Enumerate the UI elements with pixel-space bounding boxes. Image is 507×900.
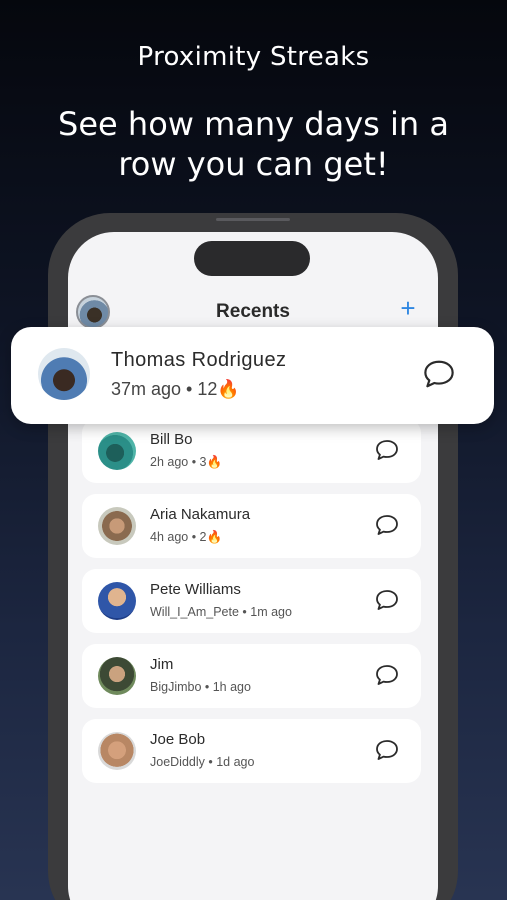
avatar xyxy=(98,432,136,470)
contact-detail: Will_I_Am_Pete • 1m ago xyxy=(150,605,292,619)
avatar xyxy=(98,507,136,545)
list-item[interactable]: Bill Bo 2h ago • 3🔥 xyxy=(82,419,421,483)
chat-bubble-icon[interactable] xyxy=(422,359,456,389)
contact-name: Joe Bob xyxy=(150,731,206,748)
add-button[interactable]: + xyxy=(397,295,419,321)
avatar xyxy=(98,582,136,620)
contact-detail: BigJimbo • 1h ago xyxy=(150,680,251,694)
contact-name: Pete Williams xyxy=(150,581,241,598)
contact-name: Jim xyxy=(150,656,174,673)
avatar xyxy=(98,732,136,770)
contact-name: Aria Nakamura xyxy=(150,506,251,523)
chat-bubble-icon[interactable] xyxy=(375,589,399,611)
contact-name: Bill Bo xyxy=(150,431,193,448)
contact-detail: 4h ago • 2🔥 xyxy=(150,530,223,544)
chat-bubble-icon[interactable] xyxy=(375,514,399,536)
contact-detail: 37m ago • 12🔥 xyxy=(111,379,240,399)
chat-bubble-icon[interactable] xyxy=(375,439,399,461)
promo-subtitle: Proximity Streaks xyxy=(137,42,370,72)
list-item[interactable]: Pete Williams Will_I_Am_Pete • 1m ago xyxy=(82,569,421,633)
list-item[interactable]: Aria Nakamura 4h ago • 2🔥 xyxy=(82,494,421,558)
avatar xyxy=(98,657,136,695)
promo-headline-line-1: See how many days in a xyxy=(58,105,449,143)
highlighted-contact-card[interactable]: Thomas Rodriguez 37m ago • 12🔥 xyxy=(11,327,494,424)
avatar xyxy=(38,348,90,400)
contact-detail: 2h ago • 3🔥 xyxy=(150,455,223,469)
page-title: Recents xyxy=(216,301,290,322)
chat-bubble-icon[interactable] xyxy=(375,664,399,686)
contact-name: Thomas Rodriguez xyxy=(111,349,287,371)
list-item[interactable]: Jim BigJimbo • 1h ago xyxy=(82,644,421,708)
contact-detail: JoeDiddly • 1d ago xyxy=(150,755,255,769)
chat-bubble-icon[interactable] xyxy=(375,739,399,761)
promo-headline-line-2: row you can get! xyxy=(118,145,389,183)
phone-edge-highlight xyxy=(216,218,290,221)
promo-headline: See how many days in a row you can get! xyxy=(0,104,507,184)
dynamic-island xyxy=(194,241,310,276)
list-item[interactable]: Joe Bob JoeDiddly • 1d ago xyxy=(82,719,421,783)
